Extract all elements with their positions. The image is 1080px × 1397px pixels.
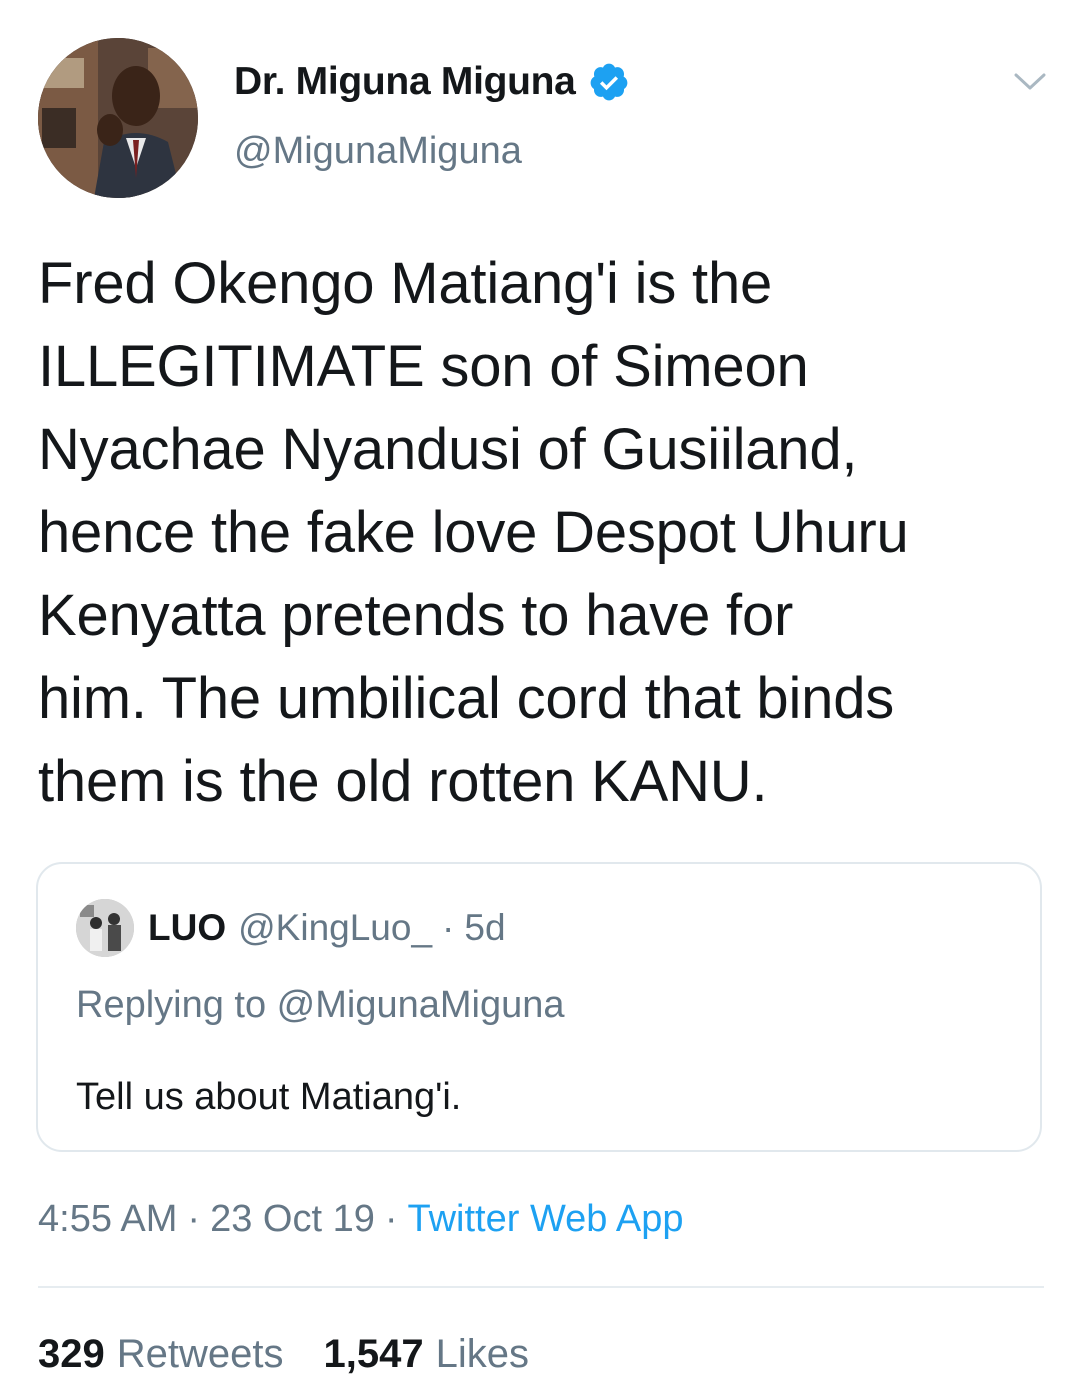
author-handle[interactable]: @MigunaMiguna xyxy=(234,130,522,173)
chevron-down-icon xyxy=(1014,73,1046,90)
tweet-text: Fred Okengo Matiang'i is the ILLEGITIMAT… xyxy=(38,251,909,814)
retweets-stat[interactable]: 329 Retweets xyxy=(38,1332,284,1377)
quoted-author-avatar xyxy=(76,899,134,957)
retweets-label: Retweets xyxy=(116,1332,284,1376)
separator-dot: · xyxy=(384,1198,398,1240)
separator-dot: · xyxy=(442,907,455,948)
tweet-source-link[interactable]: Twitter Web App xyxy=(408,1198,684,1241)
author-name[interactable]: Dr. Miguna Miguna xyxy=(234,60,576,104)
quoted-tweet-text: Tell us about Matiang'i. xyxy=(76,1076,462,1118)
profile-photo-icon xyxy=(38,38,198,198)
quoted-author-handle: @KingLuo_ xyxy=(238,907,433,948)
replying-to-label: Replying to @MigunaMiguna xyxy=(76,984,565,1026)
author-name-row[interactable]: Dr. Miguna Miguna xyxy=(234,56,630,108)
tweet-date[interactable]: 23 Oct 19 xyxy=(210,1198,375,1241)
quoted-tweet-time: 5d xyxy=(464,907,506,948)
tweet-detail: Dr. Miguna Miguna @MigunaMiguna Fred Oke… xyxy=(0,0,1080,1397)
verified-badge-icon xyxy=(588,61,630,103)
divider xyxy=(38,1286,1044,1288)
quoted-author-name: LUO xyxy=(148,907,227,948)
quoted-tweet-header: LUO @KingLuo_ · 5d xyxy=(76,898,506,958)
author-avatar[interactable] xyxy=(38,38,198,198)
likes-count: 1,547 xyxy=(323,1332,424,1376)
tweet-meta: 4:55 AM · 23 Oct 19 · Twitter Web App xyxy=(38,1198,683,1241)
tweet-stats: 329 Retweets 1,547 Likes xyxy=(38,1332,569,1377)
tweet-time[interactable]: 4:55 AM xyxy=(38,1198,177,1241)
separator-dot: · xyxy=(187,1198,201,1240)
likes-stat[interactable]: 1,547 Likes xyxy=(324,1332,530,1377)
quoted-tweet-card[interactable]: LUO @KingLuo_ · 5d Replying to @MigunaMi… xyxy=(36,862,1042,1152)
tweet-menu-button[interactable] xyxy=(1010,62,1050,102)
profile-photo-icon xyxy=(76,899,134,957)
retweets-count: 329 xyxy=(38,1332,105,1376)
likes-label: Likes xyxy=(435,1332,529,1376)
